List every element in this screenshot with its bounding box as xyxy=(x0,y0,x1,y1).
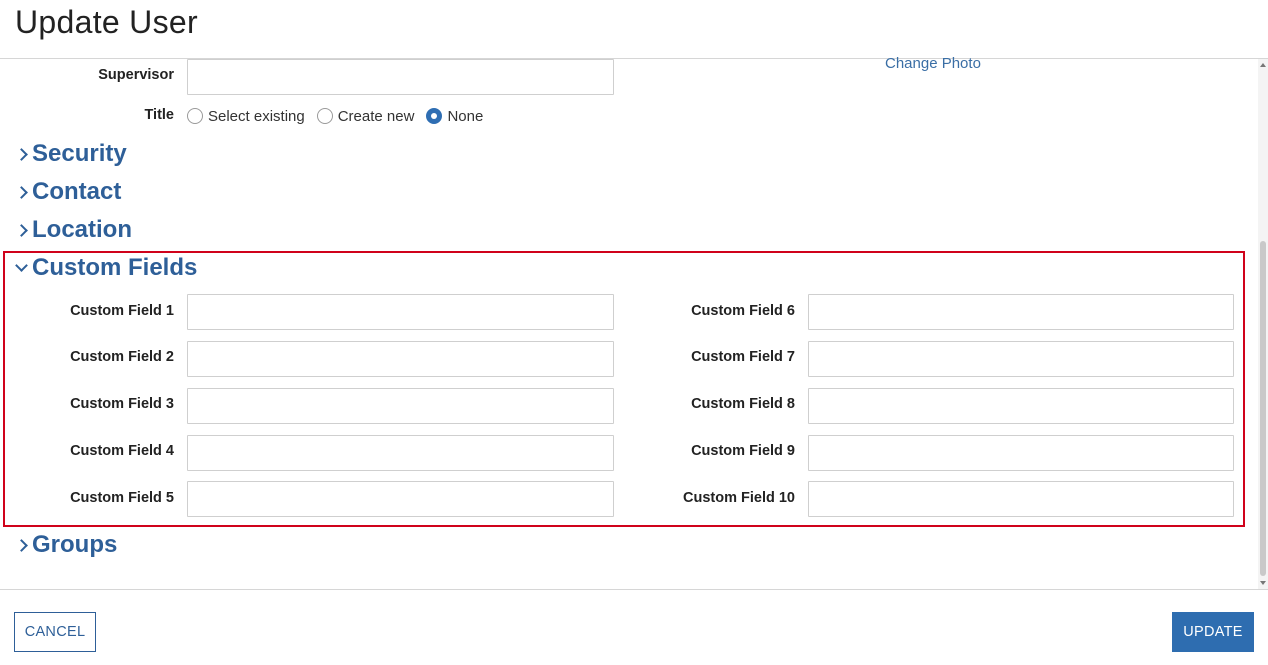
section-title: Custom Fields xyxy=(32,254,198,281)
custom-field-label: Custom Field 1 xyxy=(70,303,174,319)
chevron-right-icon xyxy=(15,535,29,555)
custom-field-4-input[interactable] xyxy=(187,435,614,471)
custom-field-label: Custom Field 9 xyxy=(691,443,795,459)
custom-field-label: Custom Field 8 xyxy=(691,396,795,412)
radio-label: None xyxy=(447,107,484,125)
custom-field-7-input[interactable] xyxy=(808,341,1234,377)
custom-field-label: Custom Field 5 xyxy=(70,490,174,506)
section-title: Location xyxy=(32,216,132,243)
radio-none[interactable]: None xyxy=(426,108,483,125)
radio-create-new[interactable]: Create new xyxy=(316,107,415,125)
custom-field-5-input[interactable] xyxy=(187,481,614,517)
radio-select-existing[interactable]: Select existing xyxy=(187,108,305,125)
scroll-down-icon[interactable] xyxy=(1260,581,1266,585)
section-location[interactable]: Location xyxy=(15,216,132,244)
custom-field-6-input[interactable] xyxy=(808,294,1234,330)
custom-field-8-input[interactable] xyxy=(808,388,1234,424)
radio-label: Select existing xyxy=(208,107,305,125)
section-title: Security xyxy=(32,140,127,167)
custom-field-3-input[interactable] xyxy=(187,388,614,424)
custom-field-2-input[interactable] xyxy=(187,341,614,377)
scroll-up-icon[interactable] xyxy=(1260,63,1266,67)
custom-field-label: Custom Field 2 xyxy=(70,349,174,365)
supervisor-input[interactable] xyxy=(187,59,614,95)
supervisor-label: Supervisor xyxy=(98,67,174,83)
custom-field-10-input[interactable] xyxy=(808,481,1234,517)
section-custom-fields[interactable]: Custom Fields xyxy=(15,254,197,282)
section-contact[interactable]: Contact xyxy=(15,178,121,206)
page-title: Update User xyxy=(15,4,198,40)
custom-field-label: Custom Field 7 xyxy=(691,349,795,365)
update-button[interactable]: UPDATE xyxy=(1172,612,1254,652)
title-radio-group: Select existing Create new None xyxy=(187,104,495,128)
section-security[interactable]: Security xyxy=(15,140,127,168)
change-photo-link[interactable]: Change Photo xyxy=(885,55,981,72)
custom-field-label: Custom Field 10 xyxy=(683,490,795,506)
chevron-right-icon xyxy=(15,182,29,202)
radio-unchecked-icon[interactable] xyxy=(187,108,203,124)
chevron-right-icon xyxy=(15,144,29,164)
scrollbar-thumb[interactable] xyxy=(1260,241,1266,576)
custom-field-label: Custom Field 6 xyxy=(691,303,795,319)
chevron-down-icon xyxy=(15,258,29,278)
dialog-footer: CANCEL UPDATE xyxy=(0,589,1268,665)
cancel-button[interactable]: CANCEL xyxy=(14,612,96,652)
radio-checked-icon[interactable] xyxy=(426,108,443,124)
chevron-right-icon xyxy=(15,220,29,240)
vertical-scrollbar[interactable] xyxy=(1258,59,1268,589)
custom-field-label: Custom Field 4 xyxy=(70,443,174,459)
section-title: Contact xyxy=(32,178,122,205)
radio-label: Create new xyxy=(337,107,415,125)
custom-field-9-input[interactable] xyxy=(808,435,1234,471)
section-groups[interactable]: Groups xyxy=(15,531,117,559)
custom-field-1-input[interactable] xyxy=(187,294,614,330)
section-title: Groups xyxy=(32,531,118,558)
radio-unchecked-icon[interactable] xyxy=(316,108,333,124)
title-label: Title xyxy=(144,107,174,123)
dialog-header: Update User xyxy=(0,0,1268,59)
custom-field-label: Custom Field 3 xyxy=(70,396,174,412)
